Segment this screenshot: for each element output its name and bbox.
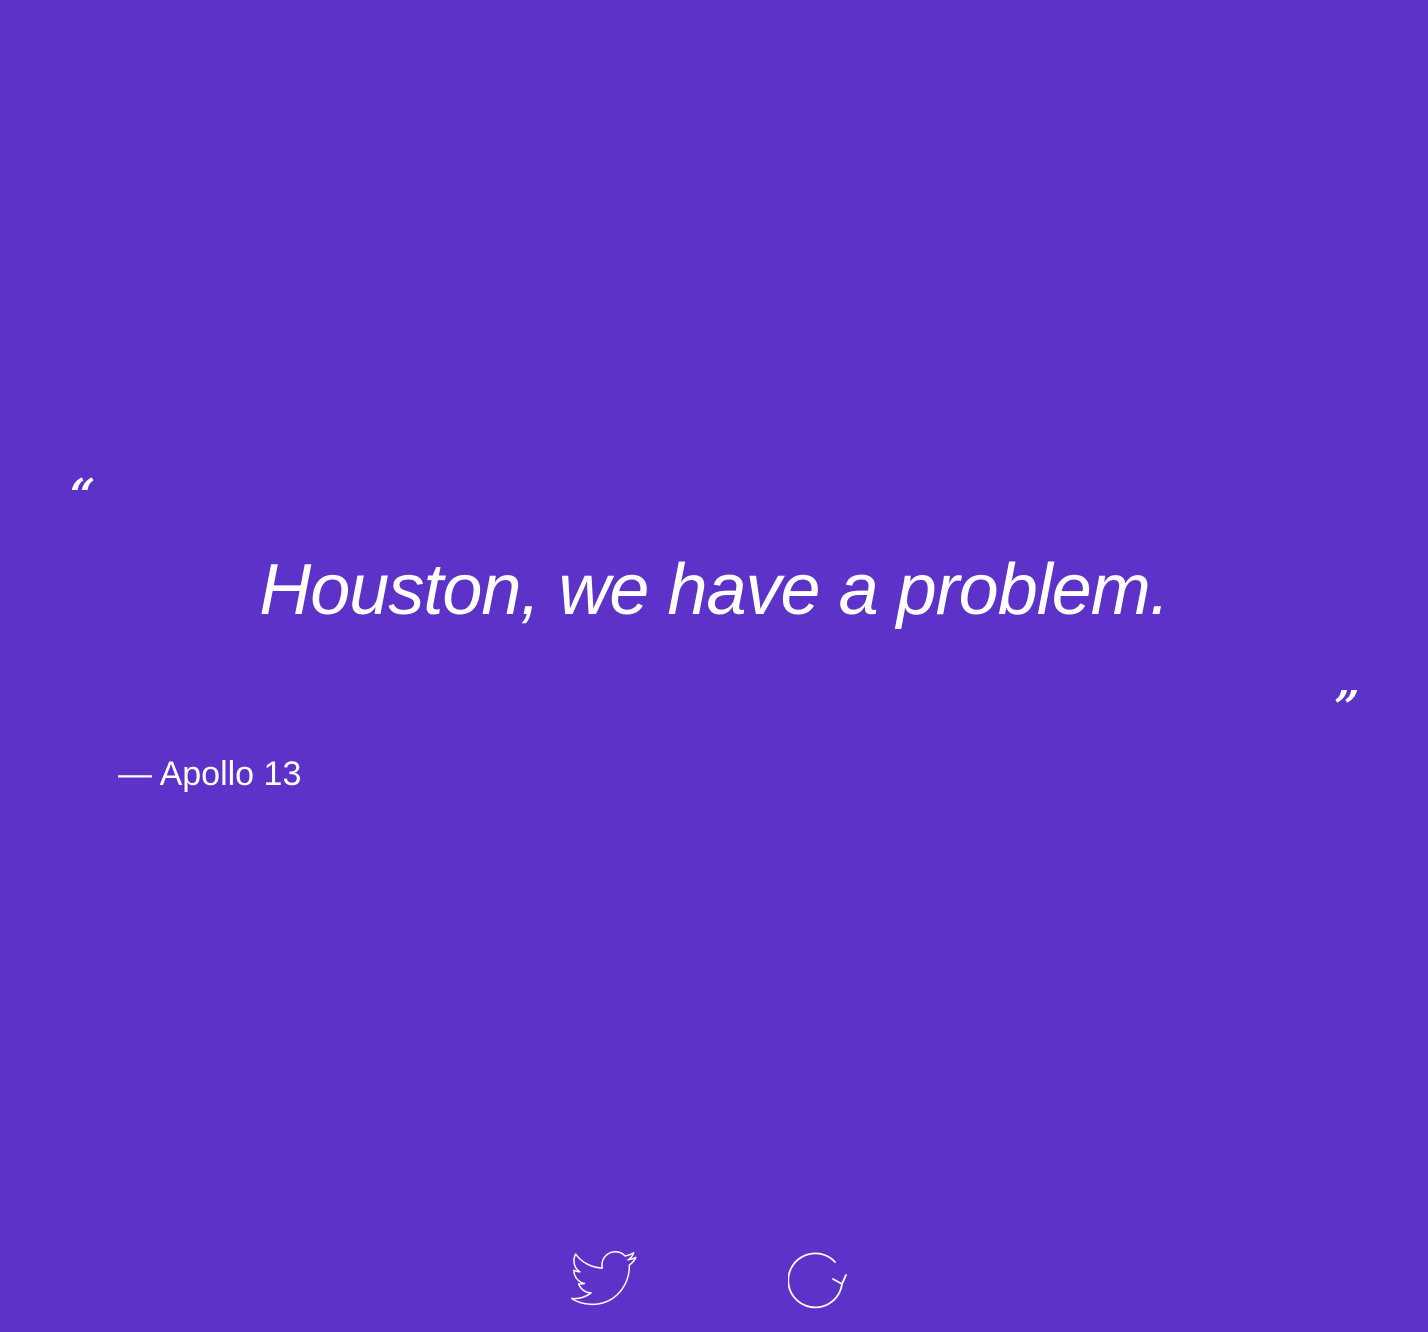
refresh-icon [788, 1252, 847, 1309]
quote-page: “ Houston, we have a problem. ” — Apollo… [0, 0, 1428, 1332]
new-quote-button[interactable] [788, 1250, 856, 1310]
close-quote-mark: ” [1334, 682, 1360, 733]
open-quote-mark: “ [70, 470, 96, 521]
quote-author: — Apollo 13 [118, 755, 302, 793]
quote-text: Houston, we have a problem. [259, 550, 1170, 630]
twitter-bird-icon [571, 1251, 637, 1306]
tweet-button[interactable] [570, 1250, 638, 1310]
